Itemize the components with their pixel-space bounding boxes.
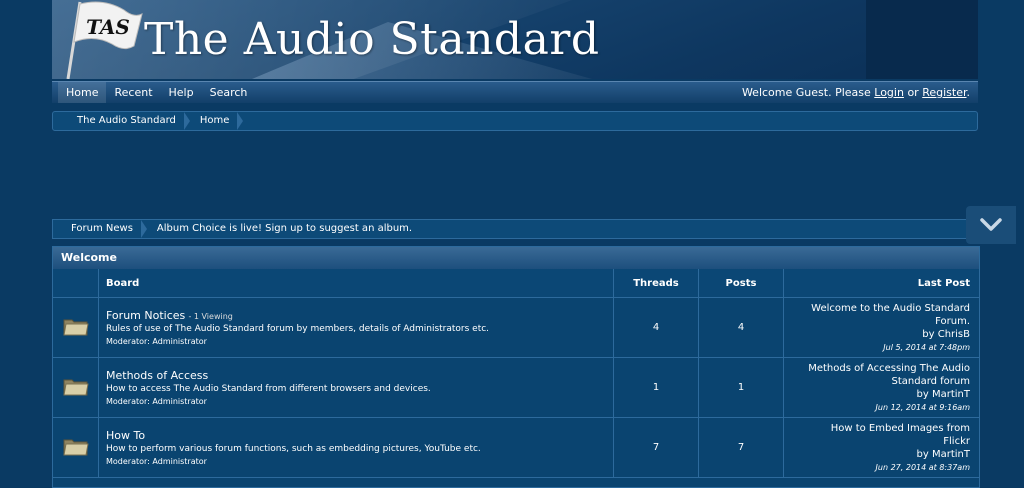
table-header: Board Threads Posts Last Post <box>53 269 979 298</box>
breadcrumb-home[interactable]: Home <box>190 112 244 130</box>
breadcrumb-site[interactable]: The Audio Standard <box>53 112 190 130</box>
folder-icon <box>62 319 89 336</box>
category-title[interactable]: Welcome <box>53 247 979 269</box>
last-post-title-line1[interactable]: Welcome to the Audio Standard <box>785 302 970 315</box>
news-label: Forum News <box>53 220 147 238</box>
last-post-author[interactable]: by MartinT <box>785 388 970 401</box>
register-link[interactable]: Register <box>922 86 966 99</box>
folder-icon <box>62 439 89 456</box>
nav-tabs: Home Recent Help Search <box>58 82 255 103</box>
viewing-count: - 1 Viewing <box>188 312 233 321</box>
forum-category: Welcome Board Threads Posts Last Post Fo… <box>52 246 980 488</box>
collapse-button[interactable] <box>966 206 1016 244</box>
thread-count: 1 <box>613 357 699 418</box>
post-count: 4 <box>698 297 784 358</box>
site-banner: TAS The Audio Standard <box>52 0 978 79</box>
last-post-title-line1[interactable]: Methods of Accessing The Audio <box>785 362 970 375</box>
board-description: How to perform various forum functions, … <box>106 444 481 454</box>
thread-count: 7 <box>613 417 699 478</box>
post-count: 7 <box>698 417 784 478</box>
threads-column-header: Threads <box>613 269 699 298</box>
last-post-date: Jun 12, 2014 at 9:16am <box>875 402 970 412</box>
last-post-title-line2[interactable]: Standard forum <box>785 375 970 388</box>
table-row: Methods of Access How to access The Audi… <box>53 357 979 418</box>
last-post-title-line2[interactable]: Flickr <box>785 435 970 448</box>
nav-bar: Home Recent Help Search Welcome Guest. P… <box>52 81 978 103</box>
login-link[interactable]: Login <box>874 86 904 99</box>
last-post-author[interactable]: by ChrisB <box>785 328 970 341</box>
last-post-author[interactable]: by MartinT <box>785 448 970 461</box>
board-moderator: Moderator: Administrator <box>106 457 207 466</box>
welcome-message: Welcome Guest. Please Login or Register. <box>742 82 970 103</box>
board-table: Board Threads Posts Last Post Forum Noti… <box>53 269 979 478</box>
table-row: How To How to perform various forum func… <box>53 417 979 478</box>
site-title[interactable]: The Audio Standard <box>144 12 600 68</box>
table-row: Forum Notices - 1 Viewing Rules of use o… <box>53 297 979 358</box>
news-ticker: Forum News Album Choice is live! Sign up… <box>52 219 978 239</box>
board-name[interactable]: Forum Notices <box>106 309 185 322</box>
board-moderator: Moderator: Administrator <box>106 397 207 406</box>
page-wrapper: TAS The Audio Standard Home Recent Help … <box>52 0 980 488</box>
tab-help[interactable]: Help <box>161 82 202 103</box>
news-text[interactable]: Album Choice is live! Sign up to suggest… <box>147 220 412 238</box>
last-post-title-line1[interactable]: How to Embed Images from <box>785 422 970 435</box>
flag-text: TAS <box>86 15 130 39</box>
board-name[interactable]: How To <box>106 429 145 442</box>
last-post-date: Jun 27, 2014 at 8:37am <box>875 462 970 472</box>
board-description: How to access The Audio Standard from di… <box>106 384 431 394</box>
post-count: 1 <box>698 357 784 418</box>
board-description: Rules of use of The Audio Standard forum… <box>106 324 490 334</box>
tab-recent[interactable]: Recent <box>106 82 160 103</box>
thread-count: 4 <box>613 297 699 358</box>
welcome-period: . <box>966 86 971 99</box>
breadcrumb: The Audio Standard Home <box>52 111 978 131</box>
welcome-prefix: Welcome Guest. Please <box>741 86 871 99</box>
board-moderator: Moderator: Administrator <box>106 337 207 346</box>
folder-icon <box>62 379 89 396</box>
last-post-date: Jul 5, 2014 at 7:48pm <box>883 342 970 352</box>
last-post-column-header: Last Post <box>783 269 979 298</box>
tab-home[interactable]: Home <box>58 82 107 103</box>
board-column-header: Board <box>98 269 614 298</box>
last-post-title-line2[interactable]: Forum. <box>785 315 970 328</box>
chevron-down-icon <box>980 218 1002 231</box>
tab-search[interactable]: Search <box>202 82 256 103</box>
posts-column-header: Posts <box>698 269 784 298</box>
or-text: or <box>907 86 919 99</box>
flag-icon: TAS <box>66 1 143 79</box>
board-name[interactable]: Methods of Access <box>106 369 208 382</box>
